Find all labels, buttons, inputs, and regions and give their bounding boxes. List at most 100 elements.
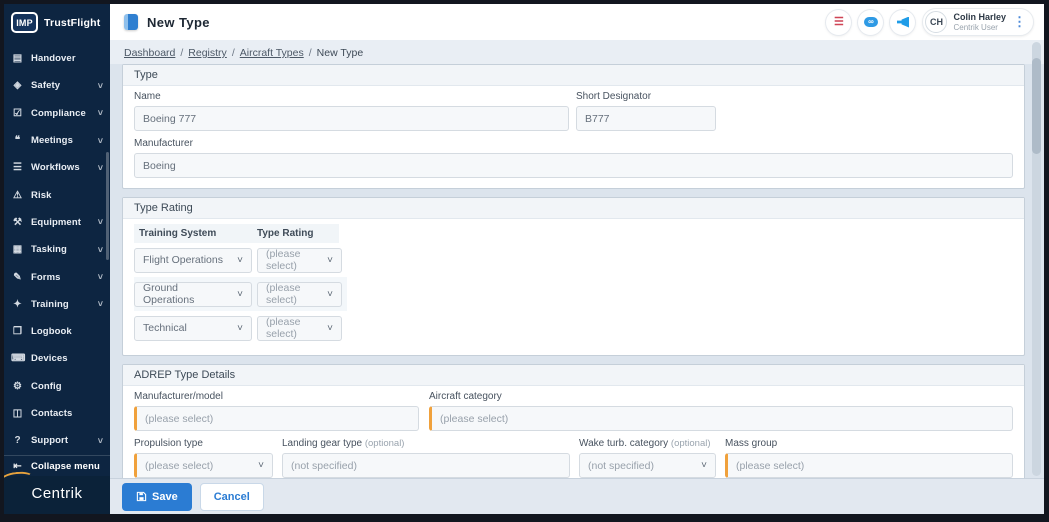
collapse-arrow-icon: ⇤: [13, 461, 22, 473]
type-panel-header: Type: [123, 65, 1024, 86]
content-scrollbar-track[interactable]: [1032, 42, 1041, 476]
name-label: Name: [134, 91, 161, 102]
user-meta: Colin Harley Centrik User: [953, 12, 1006, 32]
sidebar-item[interactable]: ▦ Tasking ˅: [4, 236, 110, 263]
sidebar-item[interactable]: ⌨ Devices: [4, 345, 110, 372]
sidebar-nav: ▤ Handover ◈ Safety ˅ ☑ Compliance ˅ ❝ M…: [4, 42, 110, 454]
brand-logo[interactable]: IMP TrustFlight: [4, 4, 110, 42]
sidebar-item-icon: ✦: [13, 298, 22, 310]
breadcrumb-dashboard[interactable]: Dashboard: [124, 47, 175, 59]
sidebar-item[interactable]: ✎ Forms ˅: [4, 263, 110, 290]
chevron-down-icon: ˅: [97, 217, 103, 228]
breadcrumb-registry[interactable]: Registry: [188, 47, 227, 59]
sidebar-item-icon: ▤: [12, 53, 23, 65]
optional-tag: (optional): [670, 438, 711, 449]
chevron-down-icon: ˅: [97, 244, 103, 255]
save-icon: [136, 491, 147, 502]
sidebar-item[interactable]: ☰ Workflows ˅: [4, 154, 110, 181]
type-rating-row: Technical ˅ (please select) ˅: [134, 311, 347, 345]
cancel-button-label: Cancel: [213, 490, 250, 503]
sidebar-item[interactable]: ❝ Meetings ˅: [4, 127, 110, 154]
chevron-down-icon: ˅: [327, 288, 333, 300]
type-rating-select[interactable]: (please select) ˅: [257, 247, 342, 273]
topbar-actions: ☰ ∞ CH Colin Harley Centrik User ⋮: [826, 8, 1034, 36]
type-rating-select[interactable]: (please select) ˅: [257, 315, 342, 341]
breadcrumb-aircraft-types[interactable]: Aircraft Types: [240, 47, 304, 59]
short-designator-input[interactable]: [576, 106, 716, 131]
tasks-button[interactable]: ☰: [826, 9, 852, 35]
centrik-footer: Centrik: [4, 470, 110, 514]
wake-turb-category-select[interactable]: (not specified) ˅: [579, 453, 716, 478]
user-menu[interactable]: CH Colin Harley Centrik User ⋮: [922, 8, 1034, 36]
content-scrollbar-thumb[interactable]: [1032, 58, 1041, 154]
name-input[interactable]: [134, 106, 569, 131]
chevron-down-icon: ˅: [327, 322, 333, 334]
sidebar-item-icon: ▦: [12, 244, 23, 256]
type-rating-panel: Type Rating Training System Type Rating: [122, 197, 1025, 356]
training-system-value: Flight Operations: [143, 254, 223, 266]
chevron-down-icon: ˅: [97, 108, 103, 119]
type-rating-table-header: Training System Type Rating: [134, 224, 339, 243]
adrep-panel-header: ADREP Type Details: [123, 365, 1024, 386]
type-rating-row: Ground Operations ˅ (please select) ˅: [134, 277, 347, 311]
type-panel-body: Name Short Designator Manufacturer: [123, 86, 1024, 188]
sidebar-item-icon: ☑: [13, 107, 22, 119]
type-rating-value: (please select): [266, 282, 301, 306]
sidebar-item[interactable]: ▤ Handover: [4, 45, 110, 72]
link-button[interactable]: ∞: [858, 9, 884, 35]
chevron-down-icon: ˅: [237, 288, 243, 300]
sidebar-item-label: Support: [31, 435, 69, 447]
landing-gear-type-input[interactable]: [282, 453, 570, 478]
aircraft-category-select[interactable]: [429, 406, 1013, 431]
chevron-down-icon: ˅: [97, 435, 103, 446]
content: Dashboard / Registry / Aircraft Types / New Ty…: [110, 40, 1044, 514]
sidebar-item-icon: ◈: [13, 80, 22, 92]
sidebar-item-icon: ✎: [13, 271, 22, 283]
imp-logo-icon: IMP: [11, 12, 38, 33]
training-system-select[interactable]: Technical ˅: [134, 315, 252, 341]
propulsion-type-value: (please select): [145, 459, 214, 472]
sidebar-item-label: Equipment: [31, 216, 81, 228]
sidebar-item-label: Config: [31, 380, 62, 392]
chevron-down-icon: ˅: [97, 272, 103, 283]
sidebar-item-icon: ⌨: [11, 353, 26, 365]
mass-group-select[interactable]: [725, 453, 1013, 478]
breadcrumb-separator: /: [180, 47, 184, 59]
sidebar-item-label: Safety: [31, 80, 61, 92]
cancel-button[interactable]: Cancel: [199, 482, 264, 511]
type-panel: Type Name Short Designator: [122, 64, 1025, 189]
topbar: New Type ☰ ∞ CH Colin Harley Centrik Use…: [110, 4, 1044, 40]
sidebar-item[interactable]: ◫ Contacts: [4, 400, 110, 427]
overflow-menu-icon[interactable]: ⋮: [1013, 14, 1026, 30]
megaphone-icon: [896, 16, 909, 28]
sidebar-item[interactable]: ◈ Safety ˅: [4, 72, 110, 99]
sidebar-item[interactable]: ⚒ Equipment ˅: [4, 209, 110, 236]
main-area: New Type ☰ ∞ CH Colin Harley Centrik Use…: [110, 4, 1044, 514]
breadcrumb-separator: /: [231, 47, 235, 59]
sidebar-item[interactable]: ⚙ Config: [4, 373, 110, 400]
chevron-down-icon: ˅: [237, 254, 243, 266]
sidebar-item-label: Tasking: [31, 244, 67, 256]
announcements-button[interactable]: [890, 9, 916, 35]
manufacturer-input[interactable]: [134, 153, 1013, 178]
sidebar-item-label: Risk: [31, 189, 52, 201]
type-rating-value: (please select): [266, 316, 301, 340]
breadcrumb-separator: /: [308, 47, 312, 59]
propulsion-type-select[interactable]: (please select) ˅: [134, 453, 273, 478]
manufacturer-model-select[interactable]: [134, 406, 419, 431]
aircraft-category-label: Aircraft category: [429, 391, 502, 402]
sidebar-item-label: Meetings: [31, 135, 73, 147]
sidebar-item[interactable]: ✦ Training ˅: [4, 291, 110, 318]
sidebar-scrollbar[interactable]: [106, 152, 109, 260]
type-rating-row: Flight Operations ˅ (please select) ˅: [134, 243, 347, 277]
sidebar-item[interactable]: ⚠ Risk: [4, 181, 110, 208]
training-system-select[interactable]: Flight Operations ˅: [134, 247, 252, 273]
save-button[interactable]: Save: [122, 482, 192, 511]
training-system-select[interactable]: Ground Operations ˅: [134, 281, 252, 307]
landing-gear-type-label: Landing gear type (optional): [282, 438, 405, 449]
sidebar: IMP TrustFlight ▤ Handover ◈ Safety ˅ ☑: [4, 4, 110, 514]
sidebar-item[interactable]: ☑ Compliance ˅: [4, 100, 110, 127]
type-rating-select[interactable]: (please select) ˅: [257, 281, 342, 307]
sidebar-item[interactable]: ? Support ˅: [4, 427, 110, 454]
sidebar-item[interactable]: ❐ Logbook: [4, 318, 110, 345]
